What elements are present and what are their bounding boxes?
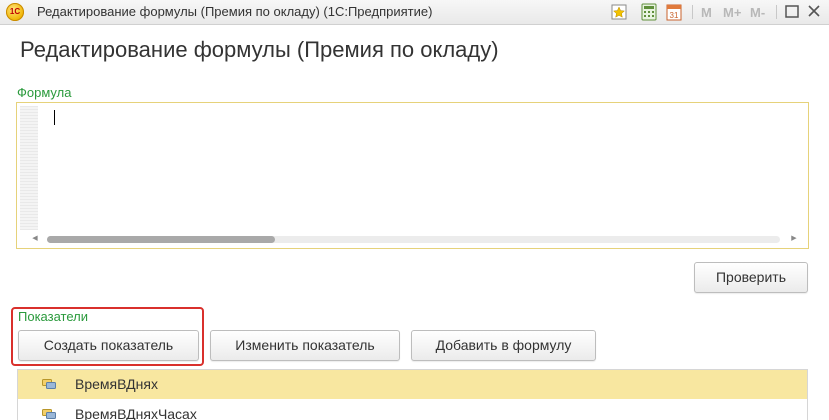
svg-text:31: 31: [670, 11, 679, 20]
indicator-icon: [42, 379, 56, 389]
scroll-track[interactable]: [47, 236, 780, 243]
app-logo-icon: 1С: [6, 3, 24, 21]
table-row[interactable]: ВремяВДняхЧасах: [18, 400, 807, 420]
favorite-star-icon[interactable]: [611, 3, 627, 21]
maximize-icon[interactable]: [784, 3, 800, 21]
formula-editor[interactable]: ◀ ▶: [16, 102, 809, 249]
window-title: Редактирование формулы (Премия по окладу…: [37, 4, 433, 19]
add-to-formula-button[interactable]: Добавить в формулу: [411, 330, 596, 361]
toolbar-separator: [692, 5, 693, 19]
create-indicator-button[interactable]: Создать показатель: [18, 330, 199, 361]
memory-plus-button[interactable]: M+: [723, 5, 741, 20]
indicators-table[interactable]: ВремяВДнях ВремяВДняхЧасах: [17, 369, 808, 420]
window-titlebar: 1С Редактирование формулы (Премия по окл…: [0, 0, 829, 25]
close-icon[interactable]: [806, 3, 822, 21]
edit-indicator-button[interactable]: Изменить показатель: [210, 330, 400, 361]
check-button[interactable]: Проверить: [694, 262, 808, 293]
scroll-thumb[interactable]: [47, 236, 275, 243]
indicator-name: ВремяВДнях: [75, 376, 158, 392]
formula-label: Формула: [17, 85, 72, 100]
indicator-name: ВремяВДняхЧасах: [75, 406, 197, 420]
indicator-icon: [42, 409, 56, 419]
text-caret: [54, 110, 55, 125]
memory-m-button[interactable]: M: [701, 5, 712, 20]
editor-gutter: [20, 106, 38, 230]
calendar-icon[interactable]: 31: [666, 3, 682, 21]
scroll-left-icon[interactable]: ◀: [29, 232, 41, 246]
memory-minus-button[interactable]: M-: [750, 5, 765, 20]
toolbar-separator: [776, 5, 777, 19]
scroll-right-icon[interactable]: ▶: [788, 232, 800, 246]
calculator-icon[interactable]: [641, 3, 657, 21]
form-title: Редактирование формулы (Премия по окладу…: [20, 37, 499, 62]
table-row[interactable]: ВремяВДнях: [18, 370, 807, 399]
horizontal-scrollbar[interactable]: ◀ ▶: [20, 232, 805, 246]
